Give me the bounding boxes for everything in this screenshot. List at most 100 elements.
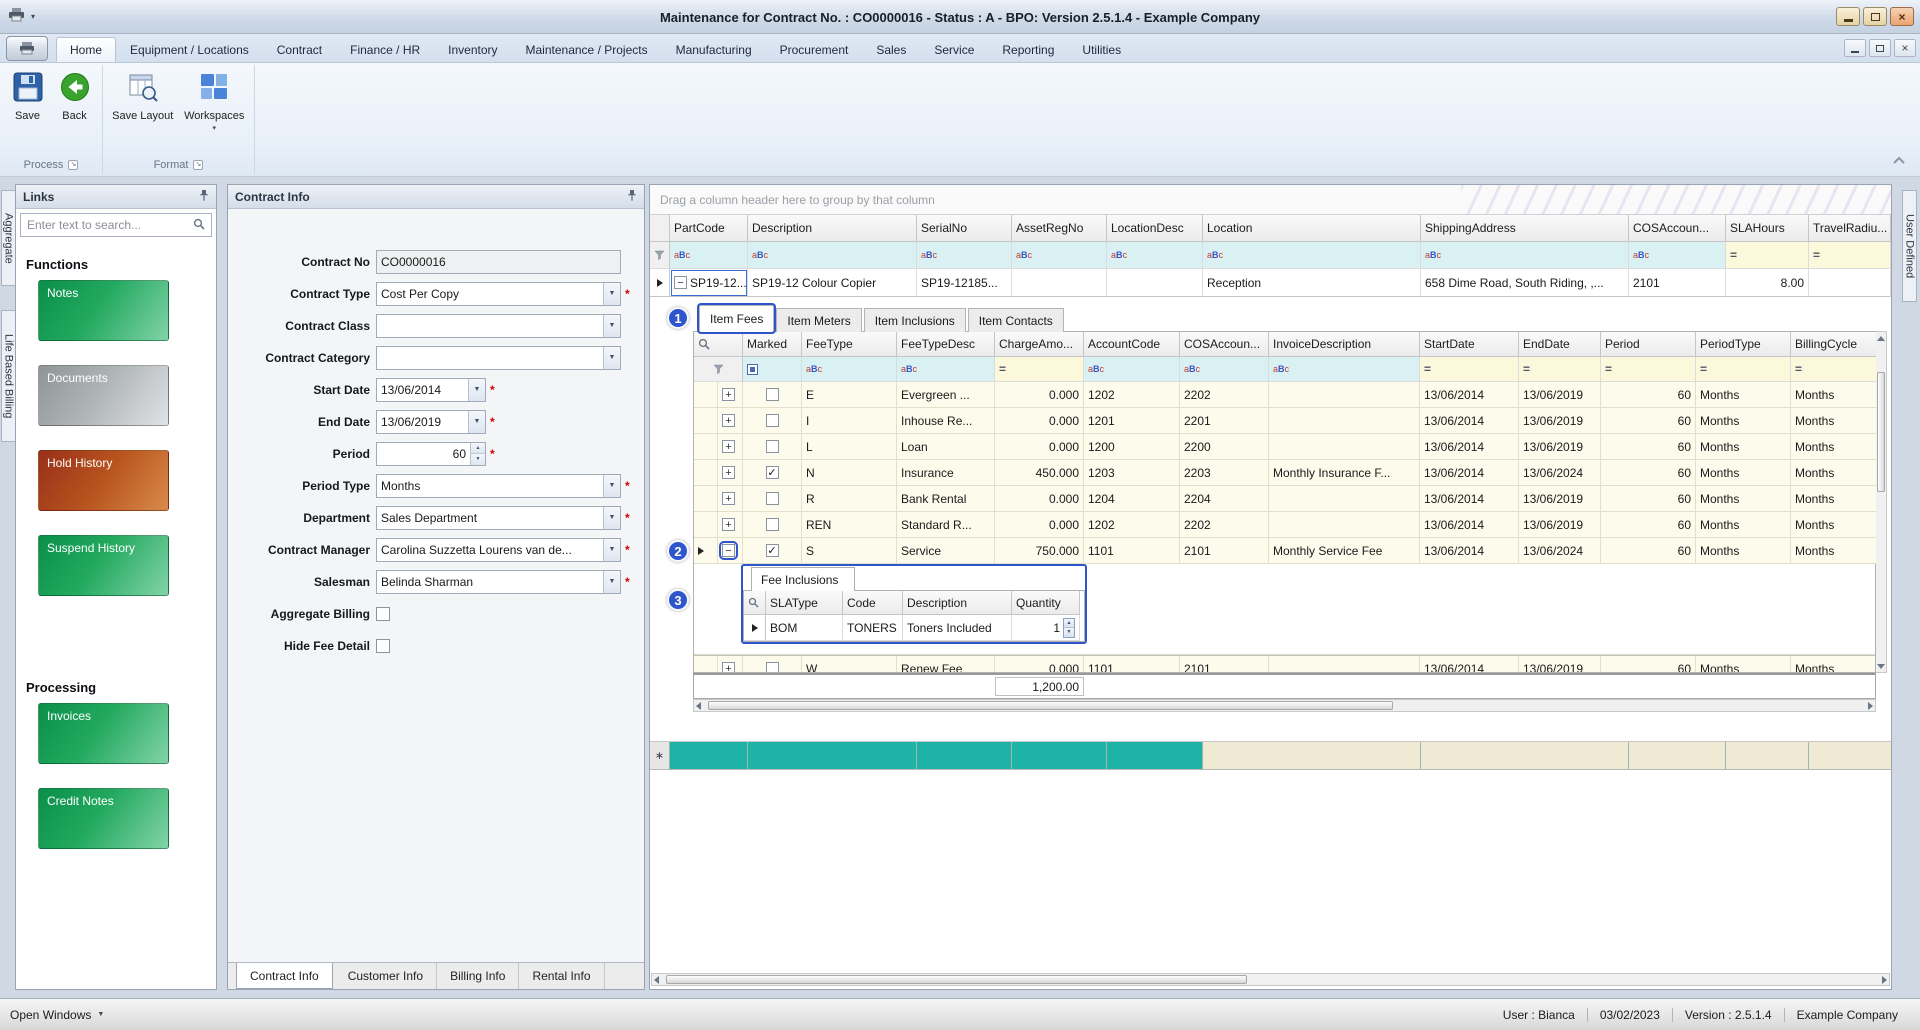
filter-cell[interactable]: = — [1601, 357, 1696, 382]
column-header[interactable]: TravelRadiu... — [1809, 215, 1891, 242]
field-control[interactable]: Sales Department ▼ — [376, 506, 621, 530]
ribbon-tab[interactable]: Reporting — [988, 37, 1068, 62]
period-type-cell[interactable]: Months — [1696, 408, 1791, 434]
fee-row[interactable]: L Loan 0.000 1200 2200 13/06/2014 13/06/… — [694, 434, 1875, 460]
scroll-left-icon[interactable] — [654, 976, 659, 984]
checkbox[interactable] — [766, 662, 779, 672]
ribbon-tab[interactable]: Inventory — [434, 37, 511, 62]
filter-cell[interactable]: aBc — [1629, 242, 1726, 269]
filter-cell[interactable]: aBc — [1203, 242, 1421, 269]
fee-inclusions-tab[interactable]: Fee Inclusions — [751, 567, 855, 591]
charge-amount-cell[interactable]: 0.000 — [995, 486, 1084, 512]
fee-row[interactable]: E Evergreen ... 0.000 1202 2202 13/06/20… — [694, 382, 1875, 408]
mdi-minimize-button[interactable] — [1844, 39, 1866, 57]
marked-cell[interactable] — [743, 382, 802, 408]
filter-cell[interactable]: aBc — [670, 242, 748, 269]
filter-cell[interactable]: = — [1726, 242, 1809, 269]
expand-row-icon[interactable] — [722, 440, 735, 453]
billing-cycle-cell[interactable]: Months — [1791, 486, 1877, 512]
ribbon-tab[interactable]: Utilities — [1068, 37, 1135, 62]
account-code-cell[interactable]: 1204 — [1084, 486, 1180, 512]
cos-account-cell[interactable]: 2101 — [1629, 269, 1726, 297]
invoice-description-cell[interactable] — [1269, 434, 1420, 460]
start-date-cell[interactable]: 13/06/2014 — [1420, 512, 1519, 538]
mdi-maximize-button[interactable] — [1869, 39, 1891, 57]
marked-cell[interactable] — [743, 460, 802, 486]
sla-hours-cell[interactable]: 8.00 — [1726, 269, 1809, 297]
column-header[interactable]: Marked — [743, 332, 802, 357]
bottom-tab[interactable]: Rental Info — [519, 963, 604, 989]
filter-cell[interactable]: aBc — [748, 242, 917, 269]
chevron-down-icon[interactable]: ▼ — [603, 507, 620, 529]
start-date-cell[interactable]: 13/06/2014 — [1420, 382, 1519, 408]
column-header[interactable]: COSAccoun... — [1629, 215, 1726, 242]
search-header-cell[interactable] — [744, 591, 766, 615]
bottom-tab[interactable]: Billing Info — [437, 963, 519, 989]
charge-amount-cell[interactable]: 0.000 — [995, 408, 1084, 434]
end-date-cell[interactable]: 13/06/2024 — [1519, 538, 1601, 564]
field-control[interactable] — [376, 634, 394, 658]
fee-type-desc-cell[interactable]: Service — [897, 538, 995, 564]
expand-cell[interactable] — [718, 434, 743, 460]
filter-cell[interactable]: aBc — [917, 242, 1012, 269]
column-header[interactable]: SLAHours — [1726, 215, 1809, 242]
code-cell[interactable]: TONERS — [843, 615, 903, 641]
account-code-cell[interactable]: 1101 — [1084, 656, 1180, 672]
filter-cell[interactable]: aBc — [1012, 242, 1107, 269]
period-cell[interactable]: 60 — [1601, 538, 1696, 564]
filter-cell[interactable]: aBc — [1084, 357, 1180, 382]
ribbon-tab[interactable]: Equipment / Locations — [116, 37, 263, 62]
end-date-cell[interactable]: 13/06/2024 — [1519, 460, 1601, 486]
quantity-cell[interactable]: 1 ▲▼ — [1012, 615, 1080, 641]
description-cell[interactable]: SP19-12 Colour Copier — [748, 269, 917, 297]
fee-row[interactable]: N Insurance 450.000 1203 2203 Monthly In… — [694, 460, 1875, 486]
checkbox[interactable] — [766, 492, 779, 505]
filter-cell[interactable]: = — [995, 357, 1084, 382]
cos-account-cell[interactable]: 2200 — [1180, 434, 1269, 460]
fee-type-cell[interactable]: I — [802, 408, 897, 434]
chevron-down-icon[interactable]: ▼ — [603, 571, 620, 593]
field-control[interactable]: Carolina Suzzetta Lourens van de... ▼ — [376, 538, 621, 562]
dock-tab-aggregate[interactable]: Aggregate — [1, 190, 16, 286]
fee-type-cell[interactable]: E — [802, 382, 897, 408]
invoice-description-cell[interactable] — [1269, 382, 1420, 408]
cos-account-cell[interactable]: 2101 — [1180, 538, 1269, 564]
fee-type-desc-cell[interactable]: Insurance — [897, 460, 995, 486]
checkbox[interactable] — [766, 388, 779, 401]
cos-account-cell[interactable]: 2202 — [1180, 382, 1269, 408]
column-header[interactable]: AccountCode — [1084, 332, 1180, 357]
billing-cycle-cell[interactable]: Months — [1791, 656, 1875, 672]
scroll-down-icon[interactable] — [1876, 660, 1886, 672]
filter-cell[interactable]: aBc — [1107, 242, 1203, 269]
fee-type-cell[interactable]: REN — [802, 512, 897, 538]
field-control[interactable]: CO0000016 — [376, 250, 621, 274]
chevron-down-icon[interactable]: ▼ — [468, 411, 485, 433]
column-header[interactable]: AssetRegNo — [1012, 215, 1107, 242]
expand-row-icon[interactable] — [722, 662, 735, 672]
invoice-description-cell[interactable] — [1269, 512, 1420, 538]
scroll-left-icon[interactable] — [696, 702, 701, 710]
fee-type-cell[interactable]: R — [802, 486, 897, 512]
fee-type-cell[interactable]: L — [802, 434, 897, 460]
column-header[interactable]: Description — [903, 591, 1012, 615]
quick-access-dropdown-icon[interactable]: ▾ — [31, 12, 35, 21]
field-control[interactable]: 13/06/2014 ▼ — [376, 378, 486, 402]
ribbon-tab[interactable]: Procurement — [766, 37, 863, 62]
scrollbar-track[interactable] — [1876, 344, 1886, 660]
column-header[interactable]: LocationDesc — [1107, 215, 1203, 242]
column-header[interactable]: SerialNo — [917, 215, 1012, 242]
expand-cell[interactable] — [718, 656, 743, 672]
grid-horizontal-scrollbar[interactable] — [651, 973, 1890, 986]
fee-type-desc-cell[interactable]: Renew Fee — [897, 656, 995, 672]
pin-icon[interactable] — [199, 189, 209, 205]
charge-amount-cell[interactable]: 0.000 — [995, 382, 1084, 408]
period-type-cell[interactable]: Months — [1696, 512, 1791, 538]
account-code-cell[interactable]: 1202 — [1084, 382, 1180, 408]
period-cell[interactable]: 60 — [1601, 486, 1696, 512]
ribbon-collapse-icon[interactable] — [1892, 154, 1906, 168]
cos-account-cell[interactable]: 2203 — [1180, 460, 1269, 486]
period-cell[interactable]: 60 — [1601, 408, 1696, 434]
scroll-right-icon[interactable] — [1882, 976, 1887, 984]
account-code-cell[interactable]: 1203 — [1084, 460, 1180, 486]
start-date-cell[interactable]: 13/06/2014 — [1420, 408, 1519, 434]
